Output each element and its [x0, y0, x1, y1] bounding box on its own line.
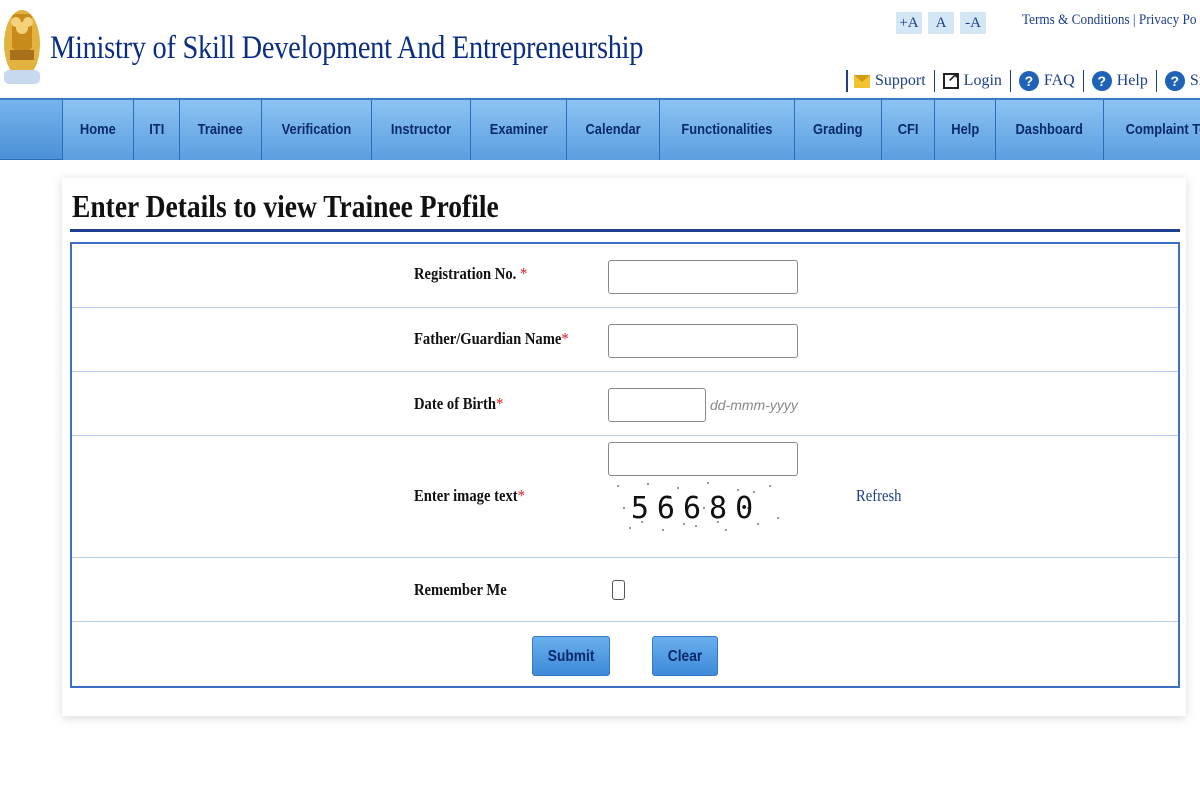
dob-format-hint: dd-mmm-yyyy [710, 397, 798, 413]
login-link-label: Login [963, 72, 1002, 89]
nav-item-home[interactable]: Home [62, 100, 133, 160]
external-login-icon [942, 69, 959, 89]
captcha-text: 56680 [631, 491, 761, 526]
captcha-label: Enter image text* [414, 486, 525, 505]
site-header: Ministry of Skill Development And Entrep… [0, 0, 1200, 98]
required-marker: * [517, 486, 525, 505]
dob-input[interactable] [608, 388, 706, 422]
terms-privacy-links[interactable]: Terms & Conditions | Privacy Po [1022, 12, 1196, 29]
captcha-input[interactable] [608, 442, 798, 476]
font-increase-button[interactable]: +A [896, 12, 922, 34]
registration-input[interactable] [608, 260, 798, 294]
support-link-label: Support [875, 72, 926, 89]
form-row-remember: Remember Me [72, 558, 1178, 622]
sitemap-link[interactable]: ? Site [1155, 70, 1200, 92]
help-icon: ? [1091, 71, 1112, 91]
nav-item-instructor[interactable]: Instructor [370, 100, 470, 160]
nav-item-cfi[interactable]: CFI [880, 100, 934, 160]
help-link[interactable]: ? Help [1082, 70, 1156, 92]
nav-item-complaint-tool[interactable]: Complaint Tool [1102, 100, 1200, 160]
form-row-father-name: Father/Guardian Name* [72, 308, 1178, 372]
font-size-controls: +A A -A [896, 12, 992, 34]
captcha-refresh-link[interactable]: Refresh [856, 486, 901, 506]
nav-item-examiner[interactable]: Examiner [469, 100, 567, 160]
nav-item-iti[interactable]: ITI [132, 100, 180, 160]
support-link[interactable]: Support [846, 70, 934, 92]
help-link-label: Help [1116, 72, 1148, 89]
form-row-dob: Date of Birth* dd-mmm-yyyy [72, 372, 1178, 436]
captcha-image: 56680 [608, 478, 784, 536]
nav-item-functionalities[interactable]: Functionalities [659, 100, 795, 160]
help-icon: ? [1018, 71, 1039, 91]
faq-link-label: FAQ [1043, 72, 1075, 89]
page-title: Enter Details to view Trainee Profile [72, 188, 499, 224]
nav-item-grading[interactable]: Grading [794, 100, 881, 160]
dob-label: Date of Birth* [414, 394, 504, 413]
trainee-profile-panel: Enter Details to view Trainee Profile Re… [62, 178, 1186, 716]
title-divider [70, 229, 1180, 232]
trainee-search-form: Registration No. * Father/Guardian Name*… [70, 242, 1180, 688]
submit-button[interactable]: Submit [532, 636, 610, 676]
form-row-registration: Registration No. * [72, 244, 1178, 308]
registration-label: Registration No. * [414, 264, 528, 283]
nav-item-trainee[interactable]: Trainee [179, 100, 261, 160]
nav-item-help[interactable]: Help [933, 100, 996, 160]
font-decrease-button[interactable]: -A [960, 12, 986, 34]
national-emblem-logo [4, 10, 40, 84]
nav-item-verification[interactable]: Verification [260, 100, 371, 160]
sitemap-link-label: Site [1189, 72, 1200, 89]
father-guardian-label: Father/Guardian Name* [414, 329, 569, 348]
main-navigation: Home ITI Trainee Verification Instructor… [0, 98, 1200, 160]
utility-links-bar: Support Login ? FAQ ? Help ? Site [846, 69, 1200, 92]
required-marker: * [519, 264, 528, 283]
mail-icon [854, 74, 870, 88]
form-row-captcha: Enter image text* 56680 Refresh [72, 436, 1178, 558]
faq-link[interactable]: ? FAQ [1009, 70, 1083, 92]
father-guardian-input[interactable] [608, 324, 798, 358]
required-marker: * [496, 394, 504, 413]
nav-item-dashboard[interactable]: Dashboard [995, 100, 1103, 160]
help-icon: ? [1164, 71, 1185, 91]
nav-item-calendar[interactable]: Calendar [566, 100, 660, 160]
remember-me-label: Remember Me [414, 580, 507, 599]
remember-me-checkbox[interactable] [612, 580, 625, 600]
clear-button[interactable]: Clear [652, 636, 718, 676]
required-marker: * [561, 329, 569, 348]
site-title: Ministry of Skill Development And Entrep… [50, 30, 644, 66]
nav-items: Home ITI Trainee Verification Instructor… [62, 100, 1200, 160]
login-link[interactable]: Login [933, 69, 1010, 92]
font-normal-button[interactable]: A [928, 12, 954, 34]
